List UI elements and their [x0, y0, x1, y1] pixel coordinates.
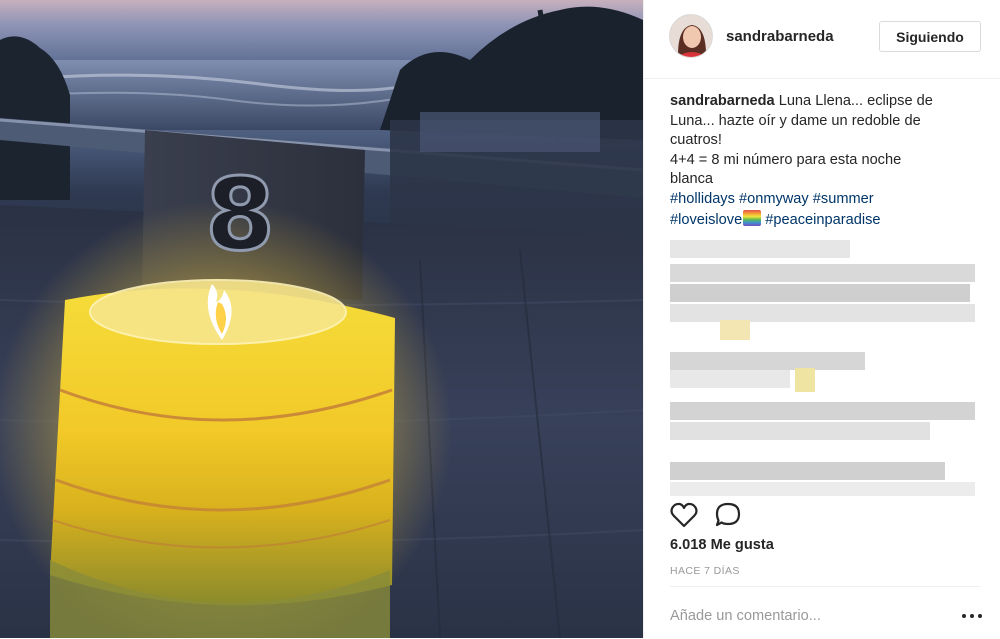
table-number-label: 8 — [204, 156, 277, 273]
pixelated-block — [670, 240, 850, 258]
pixelated-block — [720, 320, 750, 340]
pixelated-block — [670, 402, 975, 420]
pixelated-block — [670, 352, 865, 370]
ellipsis-icon — [978, 614, 982, 618]
more-options-button[interactable] — [962, 609, 982, 623]
username-link[interactable]: sandrabarneda — [726, 28, 834, 45]
speech-bubble-icon — [715, 502, 741, 527]
avatar-image — [670, 15, 712, 57]
caption-text-line2: Luna... hazte oír y dame un redoble de — [670, 112, 921, 129]
hashtag-link[interactable]: #loveislove — [670, 212, 742, 228]
pixelated-block — [670, 462, 945, 480]
caption-text-line4: 4+4 = 8 mi número para esta noche — [670, 151, 902, 168]
candle-scene-illustration — [0, 0, 643, 638]
ellipsis-icon — [970, 614, 974, 618]
following-button[interactable]: Siguiendo — [879, 21, 981, 52]
caption-text-line1: Luna Llena... eclipse de — [778, 93, 933, 109]
caption-username[interactable]: sandrabarneda — [670, 93, 775, 109]
pixelated-block — [670, 284, 970, 302]
post-photo[interactable]: 8 — [0, 0, 643, 638]
post-actions — [669, 500, 979, 530]
likes-count[interactable]: 6.018 Me gusta — [670, 537, 774, 553]
pixelated-block — [670, 482, 975, 496]
post-header: sandrabarneda Siguiendo — [644, 0, 1000, 79]
avatar[interactable] — [669, 14, 713, 58]
pixelated-block — [670, 422, 930, 440]
post-caption: sandrabarneda Luna Llena... eclipse de L… — [670, 92, 985, 230]
heart-outline-icon — [670, 502, 698, 528]
hashtag-link[interactable]: #summer — [813, 191, 874, 207]
caption-text-line5: blanca — [670, 171, 714, 188]
pixelated-comments — [670, 236, 985, 498]
hashtag-link[interactable]: #onmyway — [739, 191, 809, 207]
caption-text-line3: cuatros! — [670, 132, 722, 149]
pixelated-block — [795, 368, 815, 392]
post-details-panel: sandrabarneda Siguiendo sandrabarneda Lu… — [643, 0, 1000, 638]
post-timestamp[interactable]: HACE 7 DÍAS — [670, 565, 740, 577]
comment-button[interactable] — [713, 500, 743, 530]
pixelated-block — [670, 264, 975, 282]
hashtag-link[interactable]: #peaceinparadise — [765, 212, 880, 228]
pixelated-block — [670, 370, 790, 388]
comment-form — [670, 586, 982, 639]
rainbow-flag-emoji — [743, 209, 762, 226]
pixelated-block — [670, 304, 975, 322]
like-button[interactable] — [669, 500, 699, 530]
comment-input[interactable] — [670, 605, 930, 627]
hashtag-link[interactable]: #hollidays — [670, 191, 735, 207]
ellipsis-icon — [962, 614, 966, 618]
